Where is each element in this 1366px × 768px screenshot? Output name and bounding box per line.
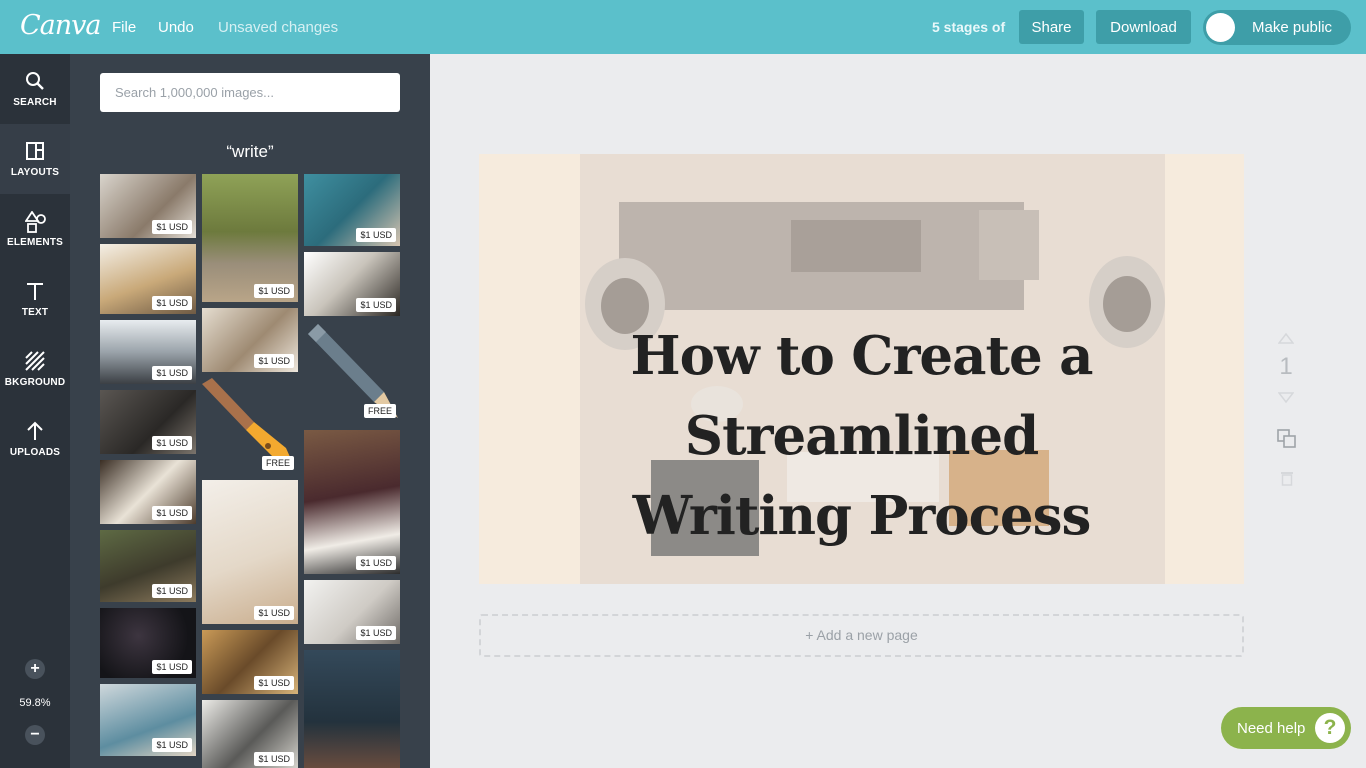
zoom-out-button[interactable]: − — [25, 725, 45, 745]
design-page[interactable]: How to Create a Streamlined Writing Proc… — [479, 154, 1244, 584]
page-number: 1 — [1279, 353, 1293, 380]
image-thumbnail[interactable]: $1 USD — [100, 390, 196, 454]
free-badge: FREE — [261, 456, 294, 470]
layouts-icon — [26, 142, 44, 160]
nav-uploads-label: UPLOADS — [9, 447, 61, 458]
nav-layouts-label: LAYOUTS — [10, 167, 60, 178]
image-panel: “write” $1 USD $1 USD $1 USD $1 USD $1 U… — [70, 54, 430, 768]
price-badge: $1 USD — [254, 606, 294, 620]
image-thumbnail[interactable]: $1 USD — [304, 580, 400, 644]
pen-nib-graphic[interactable]: FREE — [202, 378, 298, 474]
price-badge: $1 USD — [356, 228, 396, 242]
price-badge: $1 USD — [152, 366, 192, 380]
copy-page-icon[interactable] — [1277, 429, 1297, 449]
price-badge: $1 USD — [254, 752, 294, 766]
file-menu[interactable]: File — [112, 19, 136, 36]
price-badge: $1 USD — [152, 220, 192, 234]
question-icon: ? — [1315, 713, 1345, 743]
image-thumbnail[interactable]: $1 USD — [202, 700, 298, 768]
zoom-in-button[interactable]: + — [25, 659, 45, 679]
image-thumbnail[interactable]: $1 USD — [100, 530, 196, 602]
price-badge: $1 USD — [152, 738, 192, 752]
price-badge: $1 USD — [152, 584, 192, 598]
nav-background[interactable]: BKGROUND — [0, 334, 70, 404]
nav-search-label: SEARCH — [13, 97, 57, 108]
headline-line-1: How to Create a Streamlined — [630, 325, 1094, 467]
nav-search[interactable]: SEARCH — [0, 54, 70, 124]
price-badge: $1 USD — [356, 298, 396, 312]
price-badge: $1 USD — [356, 556, 396, 570]
toggle-knob — [1206, 13, 1235, 42]
move-page-up-icon[interactable] — [1278, 332, 1294, 344]
price-badge: $1 USD — [254, 676, 294, 690]
image-thumbnail[interactable]: $1 USD — [202, 308, 298, 372]
headline-text[interactable]: How to Create a Streamlined Writing Proc… — [479, 316, 1244, 556]
image-thumbnail[interactable]: $1 USD — [202, 630, 298, 694]
image-thumbnail[interactable]: $1 USD — [202, 174, 298, 302]
move-page-down-icon[interactable] — [1278, 392, 1294, 404]
price-badge: $1 USD — [152, 436, 192, 450]
elements-icon — [25, 211, 46, 233]
canva-logo[interactable]: Canva — [20, 10, 101, 41]
nav-text-label: TEXT — [21, 307, 49, 318]
undo-button[interactable]: Undo — [158, 19, 194, 36]
image-thumbnail[interactable]: $1 USD — [304, 174, 400, 246]
price-badge: $1 USD — [356, 626, 396, 640]
image-thumbnail[interactable]: $1 USD — [100, 684, 196, 756]
save-status: Unsaved changes — [218, 19, 339, 36]
zoom-level: 59.8% — [19, 697, 51, 709]
make-public-toggle[interactable]: Make public — [1203, 10, 1351, 45]
image-thumbnail[interactable]: $1 USD — [304, 252, 400, 316]
free-badge: FREE — [363, 404, 396, 418]
image-thumbnail[interactable]: $1 USD — [100, 174, 196, 238]
background-icon — [25, 351, 45, 371]
nav-background-label: BKGROUND — [4, 377, 66, 388]
need-help-button[interactable]: Need help ? — [1221, 707, 1351, 749]
price-badge: $1 USD — [152, 660, 192, 674]
upload-icon — [27, 421, 43, 440]
price-badge: $1 USD — [152, 296, 192, 310]
text-icon — [27, 283, 43, 300]
image-thumbnail[interactable]: $1 USD — [100, 320, 196, 384]
image-thumbnail[interactable]: $1 USD — [100, 608, 196, 678]
price-badge: $1 USD — [152, 506, 192, 520]
download-button[interactable]: Download — [1096, 10, 1191, 44]
search-query-title: “write” — [226, 142, 274, 161]
image-thumbnail[interactable]: $1 USD — [100, 244, 196, 314]
pencil-graphic[interactable]: FREE — [304, 322, 400, 422]
image-thumbnail[interactable]: $1 USD — [202, 480, 298, 624]
search-icon — [26, 72, 44, 90]
image-thumbnail[interactable] — [304, 650, 400, 768]
image-thumbnail[interactable]: $1 USD — [100, 460, 196, 524]
delete-page-icon[interactable] — [1280, 470, 1294, 486]
design-title[interactable]: 5 stages of — [932, 19, 1005, 35]
nav-elements-label: ELEMENTS — [6, 237, 64, 248]
nav-layouts[interactable]: LAYOUTS — [0, 124, 70, 194]
price-badge: $1 USD — [254, 284, 294, 298]
need-help-label: Need help — [1237, 720, 1306, 737]
nav-text[interactable]: TEXT — [0, 264, 70, 334]
make-public-label: Make public — [1252, 19, 1333, 36]
side-nav: SEARCH LAYOUTS ELEMENTS TEXT BKGROUND UP… — [0, 54, 70, 768]
nav-uploads[interactable]: UPLOADS — [0, 404, 70, 474]
top-bar: Canva File Undo Unsaved changes 5 stages… — [0, 0, 1366, 54]
image-search-input[interactable] — [100, 73, 400, 112]
nav-elements[interactable]: ELEMENTS — [0, 194, 70, 264]
headline-line-2: Writing Process — [632, 485, 1092, 547]
image-thumbnail[interactable]: $1 USD — [304, 430, 400, 574]
price-badge: $1 USD — [254, 354, 294, 368]
add-page-button[interactable]: + Add a new page — [479, 614, 1244, 657]
share-button[interactable]: Share — [1019, 10, 1084, 44]
